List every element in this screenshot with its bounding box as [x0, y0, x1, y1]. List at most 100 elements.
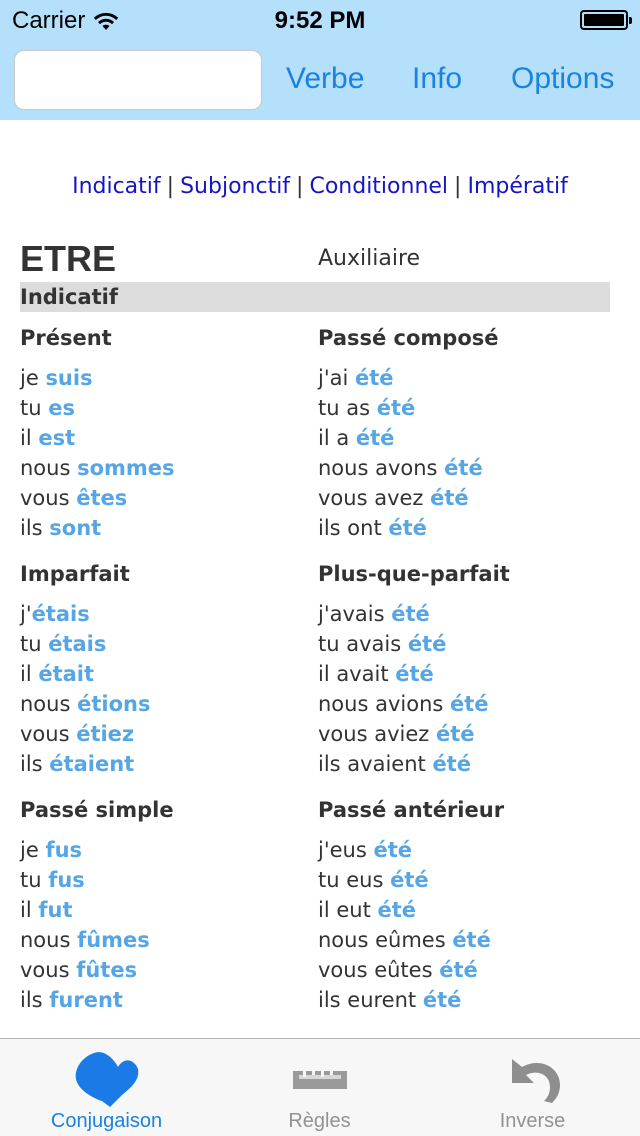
verb-form: été	[444, 456, 483, 480]
verb-form: êtes	[76, 486, 128, 510]
pronoun: nous eûmes	[318, 928, 453, 952]
pronoun: je	[20, 838, 46, 862]
pronoun: nous avons	[318, 456, 445, 480]
verb-form: fûtes	[76, 958, 138, 982]
verb-form: fut	[38, 898, 73, 922]
pronoun: j'avais	[318, 602, 392, 626]
pronoun: il a	[318, 426, 356, 450]
tab-inverse[interactable]: Inverse	[426, 1039, 639, 1136]
tab-bar: Conjugaison Règles Inverse	[0, 1038, 640, 1136]
link-indicatif[interactable]: Indicatif	[72, 174, 161, 199]
verb-form: été	[395, 662, 434, 686]
conjugation-line: tu étais	[20, 629, 320, 659]
conjugation-line: je suis	[20, 363, 320, 393]
conjugation-line: il était	[20, 659, 320, 689]
conjugation-line: ils ont été	[318, 513, 618, 543]
pronoun: vous eûtes	[318, 958, 440, 982]
verb-form: été	[452, 928, 491, 952]
conjugation-line: il avait été	[318, 659, 618, 689]
conjugation-line: nous fûmes	[20, 925, 320, 955]
verb-form: fûmes	[77, 928, 150, 952]
conjugation-line: ils avaient été	[318, 749, 618, 779]
verb-form: étaient	[49, 752, 135, 776]
pronoun: j'ai	[318, 366, 355, 390]
verb-form: étais	[48, 632, 107, 656]
conjugation-line: nous sommes	[20, 453, 320, 483]
pronoun: tu eus	[318, 868, 391, 892]
verb-form: est	[38, 426, 76, 450]
conjugation-line: nous avons été	[318, 453, 618, 483]
verb-form: été	[439, 958, 478, 982]
verb-form: été	[435, 722, 475, 746]
pronoun: tu avais	[318, 632, 408, 656]
conjugation-line: j'avais été	[318, 599, 618, 629]
pronoun: nous	[20, 456, 78, 480]
pronoun: vous	[20, 958, 77, 982]
tense-imparfait: Imparfait j'étais tu étais il était nous…	[20, 559, 320, 779]
tense-title: Plus-que-parfait	[318, 562, 510, 586]
verb-form: suis	[45, 366, 93, 390]
tense-present: Présent je suis tu es il est nous sommes…	[20, 323, 320, 543]
pronoun: ils ont	[318, 516, 389, 540]
conjugation-line: vous fûtes	[20, 955, 320, 985]
verb-form: été	[407, 632, 447, 656]
tense-title: Présent	[20, 326, 112, 350]
pronoun: nous avions	[318, 692, 450, 716]
clock: 9:52 PM	[274, 7, 366, 34]
tense-title: Passé antérieur	[318, 798, 505, 822]
status-bar: Carrier 9:52 PM	[0, 0, 640, 40]
verb-form: été	[432, 752, 471, 776]
undo-arrow-icon	[511, 1059, 560, 1103]
tense-passe-compose: Passé composé j'ai été tu as été il a ét…	[318, 323, 618, 543]
verb-form: été	[355, 366, 394, 390]
pronoun: vous	[20, 486, 77, 510]
pronoun: il	[20, 662, 39, 686]
conjugation-line: vous êtes	[20, 483, 320, 513]
conjugation-line: ils furent	[20, 985, 320, 1015]
pronoun: tu	[20, 396, 49, 420]
pronoun: vous aviez	[318, 722, 436, 746]
verb-form: fus	[45, 838, 83, 862]
conjugation-line: tu as été	[318, 393, 618, 423]
pronoun: nous	[20, 692, 78, 716]
conjugation-line: nous eûmes été	[318, 925, 618, 955]
verb-form: été	[430, 486, 469, 510]
link-imperatif[interactable]: Impératif	[467, 174, 567, 199]
battery-fill	[584, 14, 624, 26]
pronoun: ils avaient	[318, 752, 433, 776]
link-conditionnel[interactable]: Conditionnel	[309, 174, 448, 199]
pronoun: ils	[20, 752, 50, 776]
conjugation-line: vous eûtes été	[318, 955, 618, 985]
verb-form: été	[390, 868, 429, 892]
tab-label: Règles	[288, 1110, 351, 1132]
verb-form: été	[388, 516, 427, 540]
verb-form: été	[373, 838, 412, 862]
verb-form: était	[38, 662, 95, 686]
conjugation-line: ils eurent été	[318, 985, 618, 1015]
conjugation-line: il fut	[20, 895, 320, 925]
pronoun: il eut	[318, 898, 378, 922]
verb-form: été	[450, 692, 489, 716]
link-subjonctif[interactable]: Subjonctif	[180, 174, 290, 199]
conjugation-line: j'eus été	[318, 835, 618, 865]
options-button[interactable]: Options	[511, 62, 614, 96]
conjugation-line: nous étions	[20, 689, 320, 719]
tab-conjugaison[interactable]: Conjugaison	[0, 1039, 213, 1136]
tab-regles[interactable]: Règles	[213, 1039, 426, 1136]
conjugation-line: ils sont	[20, 513, 320, 543]
tense-title: Imparfait	[20, 562, 130, 586]
verb-form: es	[48, 396, 75, 420]
verb-form: sont	[49, 516, 102, 540]
tab-label: Inverse	[499, 1110, 566, 1132]
verb-form: fus	[48, 868, 85, 892]
separator: |	[166, 174, 175, 199]
verb-form: été	[355, 426, 395, 450]
verb-form: été	[422, 988, 462, 1012]
verb-search-input[interactable]	[14, 50, 262, 110]
verbe-button[interactable]: Verbe	[286, 62, 364, 96]
conjugation-line: vous aviez été	[318, 719, 618, 749]
battery-icon	[580, 10, 632, 30]
info-button[interactable]: Info	[412, 62, 462, 96]
mood-links: Indicatif | Subjonctif | Conditionnel | Impéra…	[0, 174, 640, 199]
verb-form: été	[377, 898, 417, 922]
